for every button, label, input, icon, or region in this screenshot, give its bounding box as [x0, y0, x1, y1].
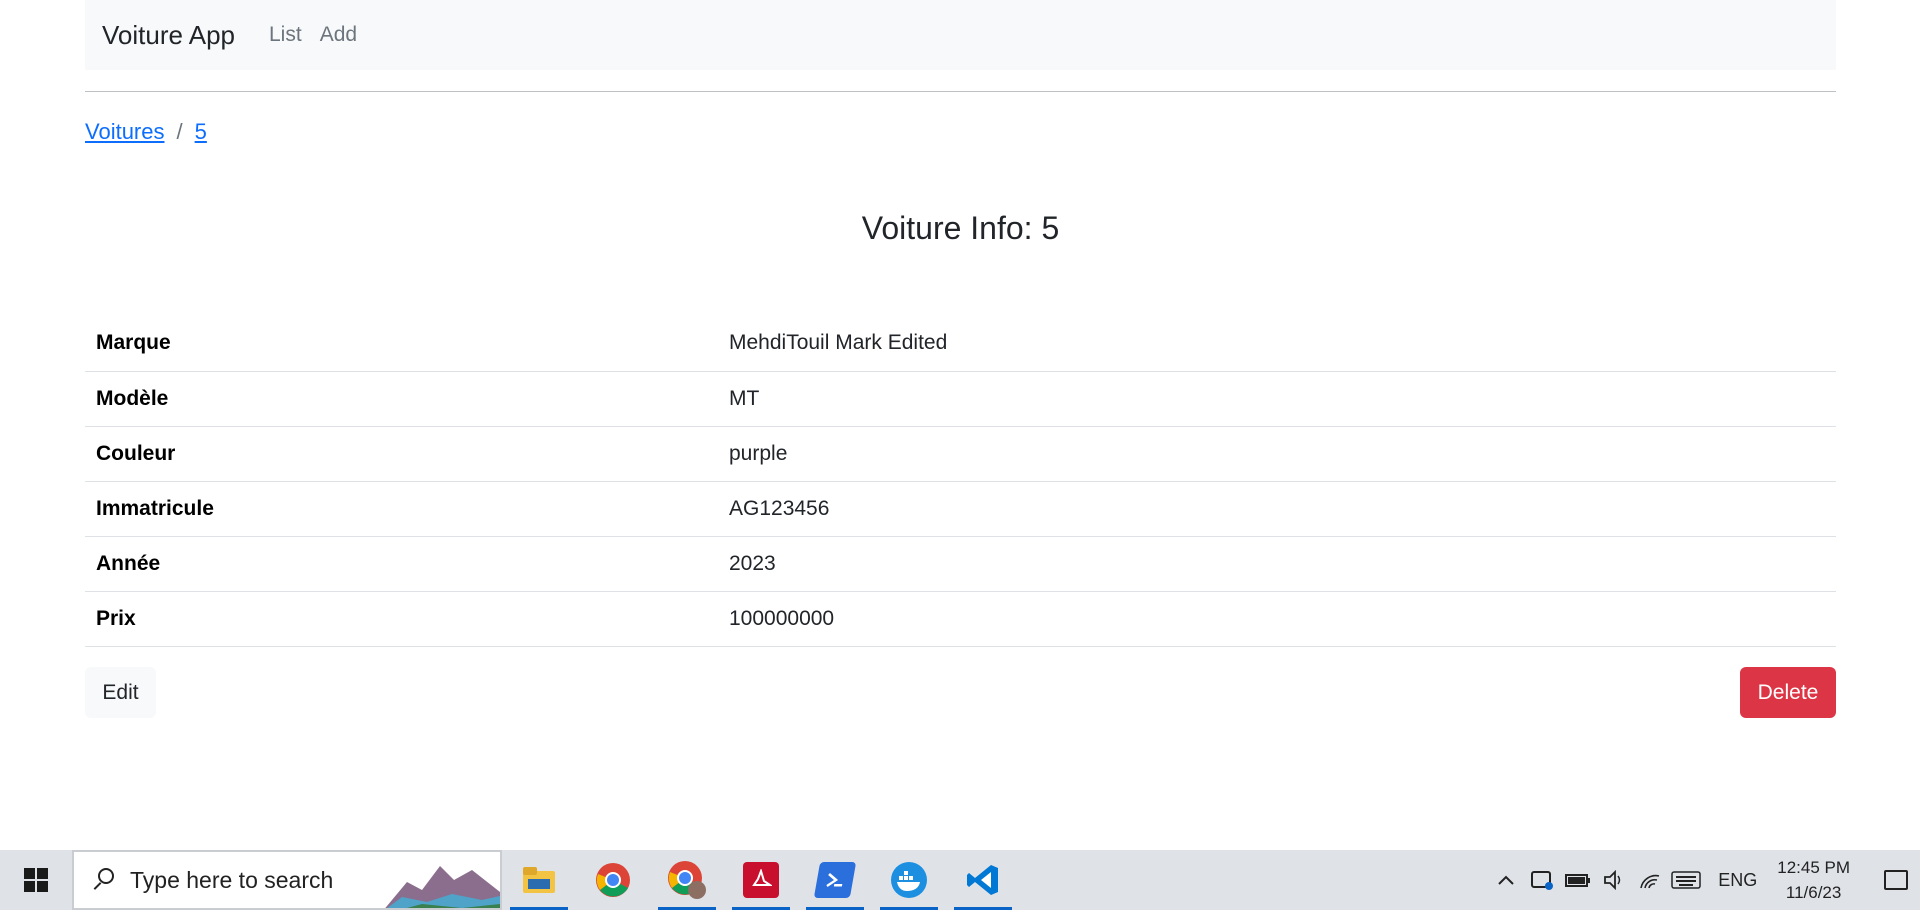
row-label: Prix [96, 606, 136, 630]
notification-center-button[interactable] [1872, 850, 1920, 910]
file-explorer-taskbar-item[interactable] [502, 850, 576, 910]
row-value: 2023 [729, 551, 776, 575]
vscode-taskbar-item[interactable] [946, 850, 1020, 910]
table-row: Immatricule AG123456 [85, 481, 1836, 536]
details-table: Marque MehdiTouil Mark Edited Modèle MT … [85, 316, 1836, 647]
row-value: AG123456 [729, 496, 830, 520]
row-label: Année [96, 551, 161, 575]
volume-icon[interactable] [1596, 850, 1632, 910]
wifi-icon[interactable] [1632, 850, 1668, 910]
acrobat-taskbar-item[interactable] [724, 850, 798, 910]
row-value: MT [729, 386, 760, 410]
delete-button[interactable]: Delete [1740, 667, 1836, 718]
page-title: Voiture Info: 5 [861, 210, 1060, 246]
nav-link-add[interactable]: Add [320, 23, 357, 47]
meet-now-icon[interactable] [1524, 850, 1560, 910]
breadcrumb-voitures[interactable]: Voitures [85, 119, 165, 145]
acrobat-icon [743, 862, 779, 898]
keyboard-icon[interactable] [1668, 850, 1704, 910]
row-label: Modèle [96, 386, 169, 410]
table-row: Couleur purple [85, 426, 1836, 481]
breadcrumb-current[interactable]: 5 [195, 119, 207, 145]
language-indicator[interactable]: ENG [1718, 870, 1757, 891]
row-value: purple [729, 441, 788, 465]
powershell-taskbar-item[interactable] [798, 850, 872, 910]
start-button[interactable] [0, 850, 72, 910]
vscode-icon [967, 865, 998, 895]
table-row: Prix 100000000 [85, 591, 1836, 646]
table-row: Marque MehdiTouil Mark Edited [85, 316, 1836, 371]
file-explorer-icon [523, 867, 555, 893]
docker-taskbar-item[interactable] [872, 850, 946, 910]
navbar-brand[interactable]: Voiture App [102, 20, 235, 51]
windows-taskbar: Type here to search ENG 12:45 PM 11/6/23 [0, 850, 1920, 910]
top-navbar: Voiture App List Add [85, 0, 1836, 70]
breadcrumb: Voitures / 5 [85, 119, 207, 145]
taskbar-clock[interactable]: 12:45 PM 11/6/23 [1777, 855, 1850, 905]
table-row: Modèle MT [85, 371, 1836, 426]
row-value: MehdiTouil Mark Edited [729, 331, 948, 355]
windows-logo-icon [24, 868, 48, 892]
clock-date: 11/6/23 [1785, 883, 1842, 902]
row-label: Marque [96, 331, 171, 355]
battery-icon[interactable] [1560, 850, 1596, 910]
taskbar-search-box[interactable]: Type here to search [72, 850, 502, 910]
divider [85, 91, 1836, 92]
row-value: 100000000 [729, 606, 835, 630]
row-label: Immatricule [96, 496, 214, 520]
page-container: Voiture App List Add Voitures / 5 Voitur… [85, 0, 1836, 718]
docker-icon [891, 862, 927, 898]
row-label: Couleur [96, 441, 176, 465]
edit-button[interactable]: Edit [85, 667, 156, 718]
chrome-icon [596, 863, 630, 897]
nav-link-list[interactable]: List [269, 23, 302, 47]
search-highlight-landscape-icon [382, 852, 500, 908]
chrome-taskbar-item[interactable] [576, 850, 650, 910]
chrome-profile-icon [668, 861, 706, 899]
notification-icon [1884, 870, 1908, 890]
system-tray: ENG 12:45 PM 11/6/23 [1488, 850, 1920, 910]
chrome-profile-taskbar-item[interactable] [650, 850, 724, 910]
chevron-up-icon[interactable] [1488, 850, 1524, 910]
powershell-icon [813, 862, 857, 898]
breadcrumb-separator: / [176, 119, 183, 144]
clock-time: 12:45 PM [1777, 858, 1850, 877]
table-row: Année 2023 [85, 536, 1836, 591]
search-placeholder: Type here to search [130, 866, 334, 893]
search-icon [92, 868, 116, 892]
